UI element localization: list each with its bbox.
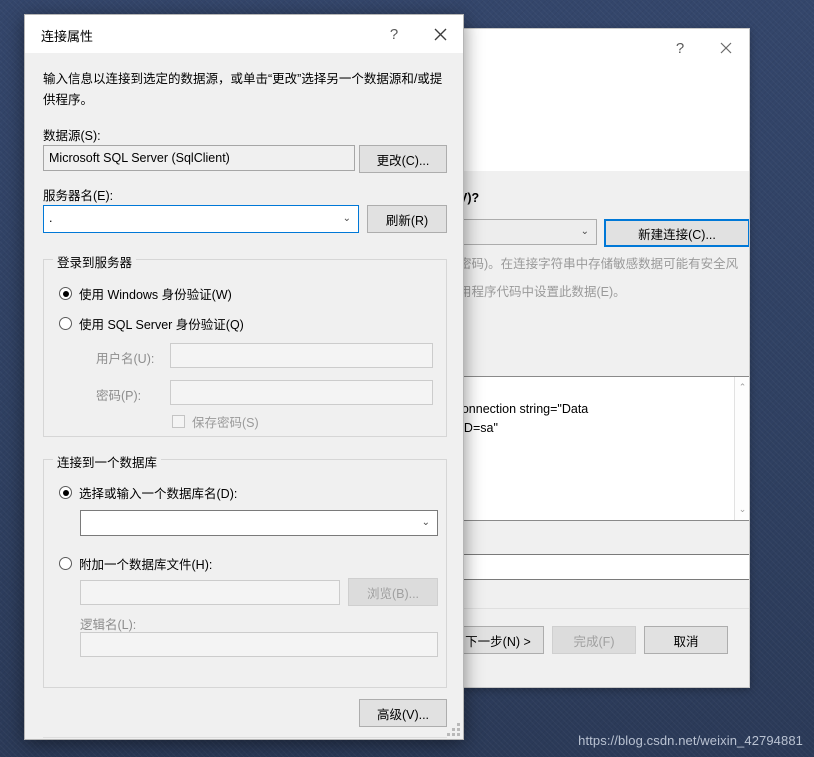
radio-select-database[interactable]: 选择或输入一个数据库名(D): <box>59 483 237 502</box>
next-button[interactable]: 下一步(N) > <box>463 626 544 654</box>
password-input[interactable] <box>170 380 433 405</box>
radio-indicator <box>59 486 72 499</box>
dialog-body: 输入信息以连接到选定的数据源，或单击“更改”选择另一个数据源和/或提供程序。 数… <box>25 53 463 739</box>
textarea-scrollbar[interactable]: ⌃ ⌄ <box>734 377 749 520</box>
radio-windows-auth-label: 使用 Windows 身份验证(W) <box>79 288 232 302</box>
database-group-title: 连接到一个数据库 <box>53 452 162 471</box>
dialog-description: 输入信息以连接到选定的数据源，或单击“更改”选择另一个数据源和/或提供程序。 <box>43 72 443 107</box>
radio-attach-database-file[interactable]: 附加一个数据库文件(H): <box>59 554 212 573</box>
connection-string-textarea[interactable]: dels.Model1.ssdl| .SqlClient;provider co… <box>462 376 749 521</box>
scroll-down-icon[interactable]: ⌄ <box>735 505 749 514</box>
footer-divider <box>463 608 749 609</box>
finish-button: 完成(F) <box>552 626 636 654</box>
sensitive-data-note-line2: 用程序代码中设置此数据(E)。 <box>462 285 626 299</box>
logical-name-input[interactable] <box>80 632 438 657</box>
database-file-input[interactable] <box>80 580 340 605</box>
background-question-heading: V)? <box>463 191 480 205</box>
connection-dropdown[interactable]: ⌄ <box>463 219 597 245</box>
server-name-value: . <box>49 211 53 225</box>
sensitive-data-note-line1: 密码)。在连接字符串中存储敏感数据可能有安全风 <box>462 257 739 271</box>
connection-properties-dialog: 连接属性 ? 输入信息以连接到选定的数据源，或单击“更改”选择另一个数据源和/或… <box>24 14 464 740</box>
help-icon[interactable]: ? <box>657 29 703 67</box>
radio-attach-database-file-label: 附加一个数据库文件(H): <box>79 558 213 572</box>
data-source-label: 数据源(S): <box>43 129 101 143</box>
login-group-title: 登录到服务器 <box>53 252 137 271</box>
radio-sql-auth-label: 使用 SQL Server 身份验证(Q) <box>79 318 244 332</box>
save-password-checkbox[interactable]: 保存密码(S) <box>172 412 259 431</box>
change-data-source-button[interactable]: 更改(C)... <box>359 145 447 173</box>
radio-indicator <box>59 317 72 330</box>
connection-string-line-0: dels.Model1.ssdl| <box>463 381 744 400</box>
refresh-button[interactable]: 刷新(R) <box>367 205 447 233</box>
dialog-footer-divider <box>43 737 447 738</box>
background-window-titlebar: ? <box>463 29 749 71</box>
watermark-url: https://blog.csdn.net/weixin_42794881 <box>578 733 803 748</box>
dialog-titlebar: 连接属性 ? <box>25 15 463 53</box>
help-icon[interactable]: ? <box>371 15 417 53</box>
radio-windows-auth[interactable]: 使用 Windows 身份验证(W) <box>59 284 232 303</box>
radio-indicator <box>59 557 72 570</box>
save-password-label: 保存密码(S) <box>192 416 259 430</box>
advanced-button[interactable]: 高级(V)... <box>359 699 447 727</box>
background-wizard-window: ? V)? ⌄ 新建连接(C)... 密码)。在连接字符串中存储敏感数据可能有安… <box>462 28 750 688</box>
username-input[interactable] <box>170 343 433 368</box>
background-cancel-button[interactable]: 取消 <box>644 626 728 654</box>
server-name-input[interactable]: . ⌄ <box>43 205 359 233</box>
scroll-up-icon[interactable]: ⌃ <box>735 383 749 392</box>
resize-grip[interactable] <box>446 722 460 736</box>
password-label: 密码(P): <box>96 389 142 403</box>
radio-select-database-label: 选择或输入一个数据库名(D): <box>79 487 238 501</box>
new-connection-button[interactable]: 新建连接(C)... <box>604 219 749 247</box>
radio-sql-auth[interactable]: 使用 SQL Server 身份验证(Q) <box>59 314 244 333</box>
checkbox-indicator <box>172 415 185 428</box>
data-source-input[interactable]: Microsoft SQL Server (SqlClient) <box>43 145 355 171</box>
connection-string-line-2: mentManager;User ID=sa" <box>462 421 498 435</box>
server-name-label: 服务器名(E): <box>43 189 114 203</box>
logical-name-label: 逻辑名(L): <box>80 618 137 632</box>
database-group: 连接到一个数据库 选择或输入一个数据库名(D): ⌄ 附加一个数据库文件(H):… <box>43 452 447 688</box>
chevron-down-icon: ⌄ <box>342 213 351 224</box>
username-label: 用户名(U): <box>96 352 155 366</box>
connection-string-line-1: .SqlClient;provider connection string="D… <box>462 402 589 416</box>
close-icon[interactable] <box>417 15 463 53</box>
browse-button: 浏览(B)... <box>348 578 438 606</box>
background-window-header-area <box>463 71 749 171</box>
database-name-combo[interactable]: ⌄ <box>80 510 438 536</box>
next-button-label: 下一步(N) > <box>465 634 531 649</box>
dialog-title: 连接属性 <box>41 29 94 44</box>
chevron-down-icon: ⌄ <box>580 226 589 237</box>
name-input[interactable] <box>463 554 749 580</box>
radio-indicator <box>59 287 72 300</box>
chevron-down-icon: ⌄ <box>421 517 430 528</box>
close-icon[interactable] <box>703 29 749 67</box>
login-group: 登录到服务器 使用 Windows 身份验证(W) 使用 SQL Server … <box>43 252 447 437</box>
background-window-content: V)? ⌄ 新建连接(C)... 密码)。在连接字符串中存储敏感数据可能有安全风… <box>463 171 749 687</box>
